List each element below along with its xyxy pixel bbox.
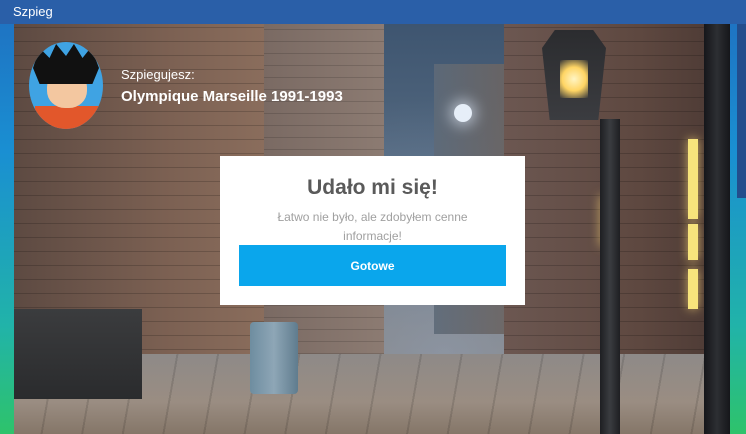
background-panel-strip [737,24,746,198]
window-title-bar: Szpieg [0,0,746,24]
lamp-light [560,60,588,98]
trash-can [250,322,298,394]
lit-window [688,224,698,260]
cartoon-avatar-icon [29,42,103,129]
lit-window [688,269,698,309]
street-lamp-post [600,119,620,434]
done-button[interactable]: Gotowe [239,245,506,286]
lit-window [688,139,698,219]
spying-label: Szpiegujesz: [121,67,195,82]
success-dialog: Udało mi się! Łatwo nie było, ale zdobył… [220,156,525,305]
drain-pipe [704,24,730,434]
dumpster [14,309,142,399]
team-name: Olympique Marseille 1991-1993 [121,88,343,105]
dialog-title: Udało mi się! [307,176,438,199]
dialog-message: Łatwo nie było, ale zdobyłem cenne infor… [277,210,468,243]
window-title: Szpieg [13,4,53,19]
moon [454,104,472,122]
